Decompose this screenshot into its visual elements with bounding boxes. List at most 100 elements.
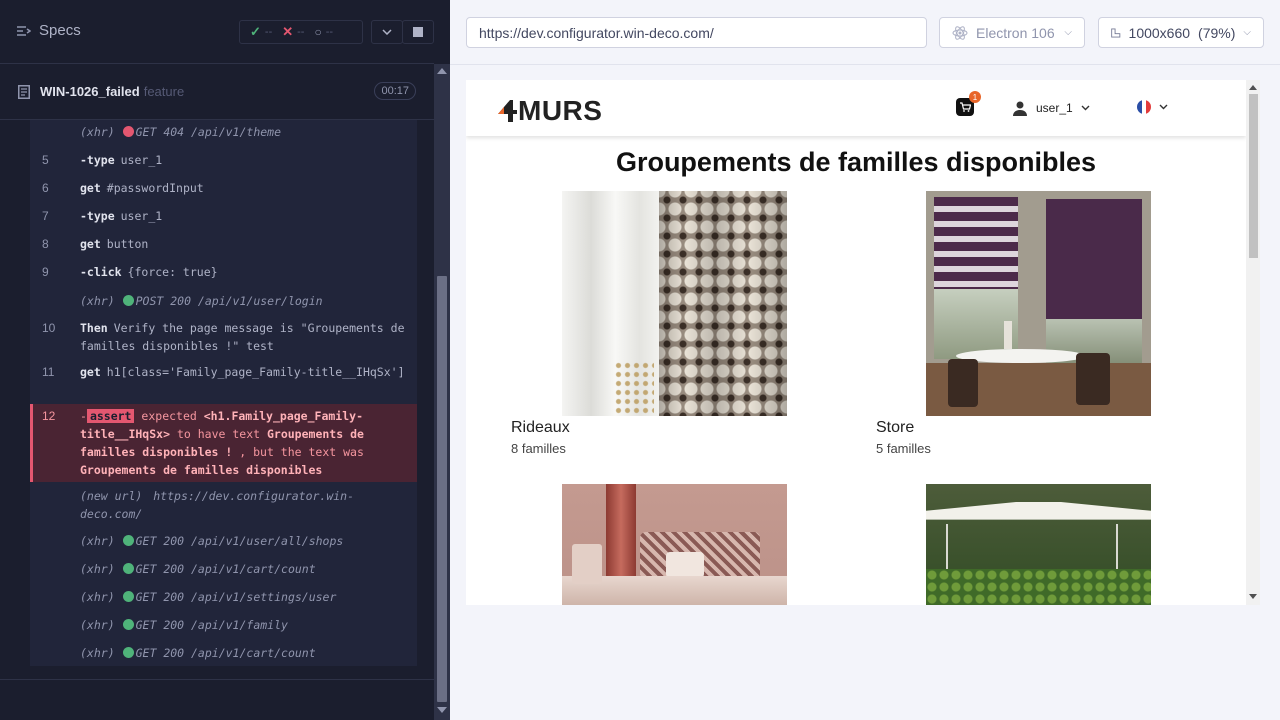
command-message: Verify the page message is "Groupements … — [80, 321, 405, 353]
assert-prefix: - — [80, 409, 87, 423]
ruler-icon — [1111, 27, 1121, 38]
cart-icon — [960, 102, 971, 112]
store-image — [926, 191, 1151, 416]
xhr-log-row[interactable]: (xhr) GET 200 /api/v1/cart/count — [30, 560, 417, 578]
logo[interactable]: MURS — [496, 95, 602, 127]
rideaux-image — [562, 191, 787, 416]
divider — [450, 64, 1280, 65]
app-preview: https://dev.configurator.win-deco.com/ E… — [450, 0, 1280, 720]
electron-icon — [952, 25, 968, 40]
command-row[interactable]: 10 Then Verify the page message is "Groupe… — [30, 319, 417, 355]
xhr-log-row[interactable]: (xhr) POST 200 /api/v1/user/login — [30, 292, 417, 310]
command-row[interactable]: 8 get button — [30, 235, 417, 253]
family-card-3[interactable] — [562, 484, 787, 605]
xhr-prefix: (xhr) — [80, 125, 115, 139]
browser-name: Electron 106 — [976, 24, 1055, 41]
command-row[interactable]: 9 -click {force: true} — [30, 263, 417, 281]
language-selector[interactable] — [1137, 100, 1168, 114]
assert-actual: Groupements de familles disponibles — [80, 463, 323, 477]
command-reporter: Specs ✓ -- ✕ -- ○ -- WIN-1026_failed feature… — [0, 0, 450, 720]
family-name[interactable]: Store — [876, 419, 914, 437]
app-scroll-thumb[interactable] — [1249, 94, 1258, 258]
xhr-prefix: (xhr) — [80, 534, 115, 548]
scroll-down-icon[interactable] — [437, 707, 447, 713]
assert-text: to have text — [176, 427, 261, 441]
document-icon — [18, 85, 30, 99]
xhr-detail: GET 404 /api/v1/theme — [135, 125, 282, 139]
xhr-prefix: (xhr) — [80, 294, 115, 308]
command-log: (xhr) GET 404 /api/v1/theme 5 -type user_1 6 g… — [30, 120, 417, 666]
user-menu[interactable]: user_1 — [1012, 100, 1090, 116]
username: user_1 — [1036, 101, 1073, 115]
app-under-test: MURS 1 user_1 Groupements de familles di… — [466, 80, 1260, 605]
command-name: -type — [80, 153, 115, 167]
chevron-down-icon: ⌵ — [1064, 27, 1072, 38]
logo-text: MURS — [518, 95, 603, 126]
bedroom-image — [562, 484, 787, 605]
page-title: Groupements de familles disponibles — [615, 147, 1097, 177]
divider — [0, 679, 434, 680]
command-message: button — [106, 237, 149, 251]
expand-button[interactable] — [371, 20, 403, 44]
url-bar[interactable]: https://dev.configurator.win-deco.com/ — [466, 17, 927, 48]
status-dot-icon — [122, 126, 134, 137]
browser-selector[interactable]: Electron 106 ⌵ — [939, 17, 1085, 48]
xhr-prefix: (new url) — [80, 489, 143, 503]
chevron-down-icon — [382, 29, 392, 35]
garden-image — [926, 484, 1151, 605]
xhr-prefix: (xhr) — [80, 646, 115, 660]
specs-button[interactable]: Specs — [16, 22, 81, 39]
x-icon: ✕ — [282, 24, 294, 39]
family-name[interactable]: Rideaux — [511, 419, 570, 437]
xhr-log-row[interactable]: (xhr) GET 200 /api/v1/settings/user — [30, 588, 417, 606]
xhr-log-row[interactable]: (xhr) GET 200 /api/v1/cart/count — [30, 644, 417, 662]
spec-duration: 00:17 — [374, 82, 416, 100]
app-header: MURS 1 user_1 — [466, 80, 1246, 136]
command-row[interactable]: 11 get h1[class='Family_page_Family-title_… — [30, 363, 417, 381]
status-dot-icon — [122, 295, 134, 306]
scroll-up-icon[interactable] — [1249, 85, 1257, 90]
command-message: h1[class='Family_page_Family-title__IHqS… — [106, 365, 405, 379]
user-icon — [1013, 101, 1027, 116]
failed-assert-row[interactable]: 12- assert expected <h1.Family_page_Famil… — [30, 404, 417, 482]
assert-tag: assert — [86, 409, 135, 423]
scroll-down-icon[interactable] — [1249, 594, 1257, 599]
command-row[interactable]: 5 -type user_1 — [30, 151, 417, 169]
family-card-4[interactable] — [926, 484, 1151, 605]
xhr-log-row[interactable]: (xhr) GET 200 /api/v1/user/all/shops — [30, 532, 417, 550]
xhr-detail: GET 200 /api/v1/cart/count — [135, 646, 316, 660]
command-message: user_1 — [120, 209, 163, 223]
command-name: Then — [80, 321, 108, 335]
command-number: 11 — [42, 365, 55, 379]
viewport-selector[interactable]: 1000x660 (79%) ⌵ — [1098, 17, 1264, 48]
viewport-scale: (79%) — [1198, 24, 1236, 41]
reporter-scroll-thumb[interactable] — [437, 276, 447, 702]
command-row[interactable]: 7 -type user_1 — [30, 207, 417, 225]
chevron-down-icon — [1081, 105, 1090, 111]
xhr-log-row[interactable]: (new url) https://dev.configurator.win-d… — [30, 487, 417, 523]
assert-text: expected — [141, 409, 197, 423]
command-number: 10 — [42, 321, 56, 335]
check-icon: ✓ — [250, 24, 261, 39]
family-card-store[interactable] — [926, 191, 1151, 416]
assert-text: , but the text was — [239, 445, 364, 459]
status-dot-icon — [122, 647, 134, 658]
command-row[interactable]: 6 get #passwordInput — [30, 179, 417, 197]
command-number: 6 — [42, 181, 49, 195]
command-name: get — [80, 237, 101, 251]
specs-list-icon — [17, 25, 31, 36]
status-dot-icon — [122, 563, 134, 574]
scroll-up-icon[interactable] — [437, 68, 447, 74]
xhr-detail: GET 200 /api/v1/family — [135, 618, 288, 632]
command-number: 9 — [42, 265, 49, 279]
failed-stat: ✕ -- — [282, 24, 305, 39]
spec-header: WIN-1026_failed feature 00:17 — [0, 65, 434, 120]
chevron-down-icon — [1159, 104, 1168, 110]
command-name: get — [80, 365, 101, 379]
stop-button[interactable] — [402, 20, 434, 44]
xhr-log-row[interactable]: (xhr) GET 200 /api/v1/family — [30, 616, 417, 634]
xhr-log-row[interactable]: (xhr) GET 404 /api/v1/theme — [30, 123, 417, 141]
command-number: 7 — [42, 209, 49, 223]
family-card-rideaux[interactable] — [562, 191, 787, 416]
status-dot-icon — [122, 591, 134, 602]
